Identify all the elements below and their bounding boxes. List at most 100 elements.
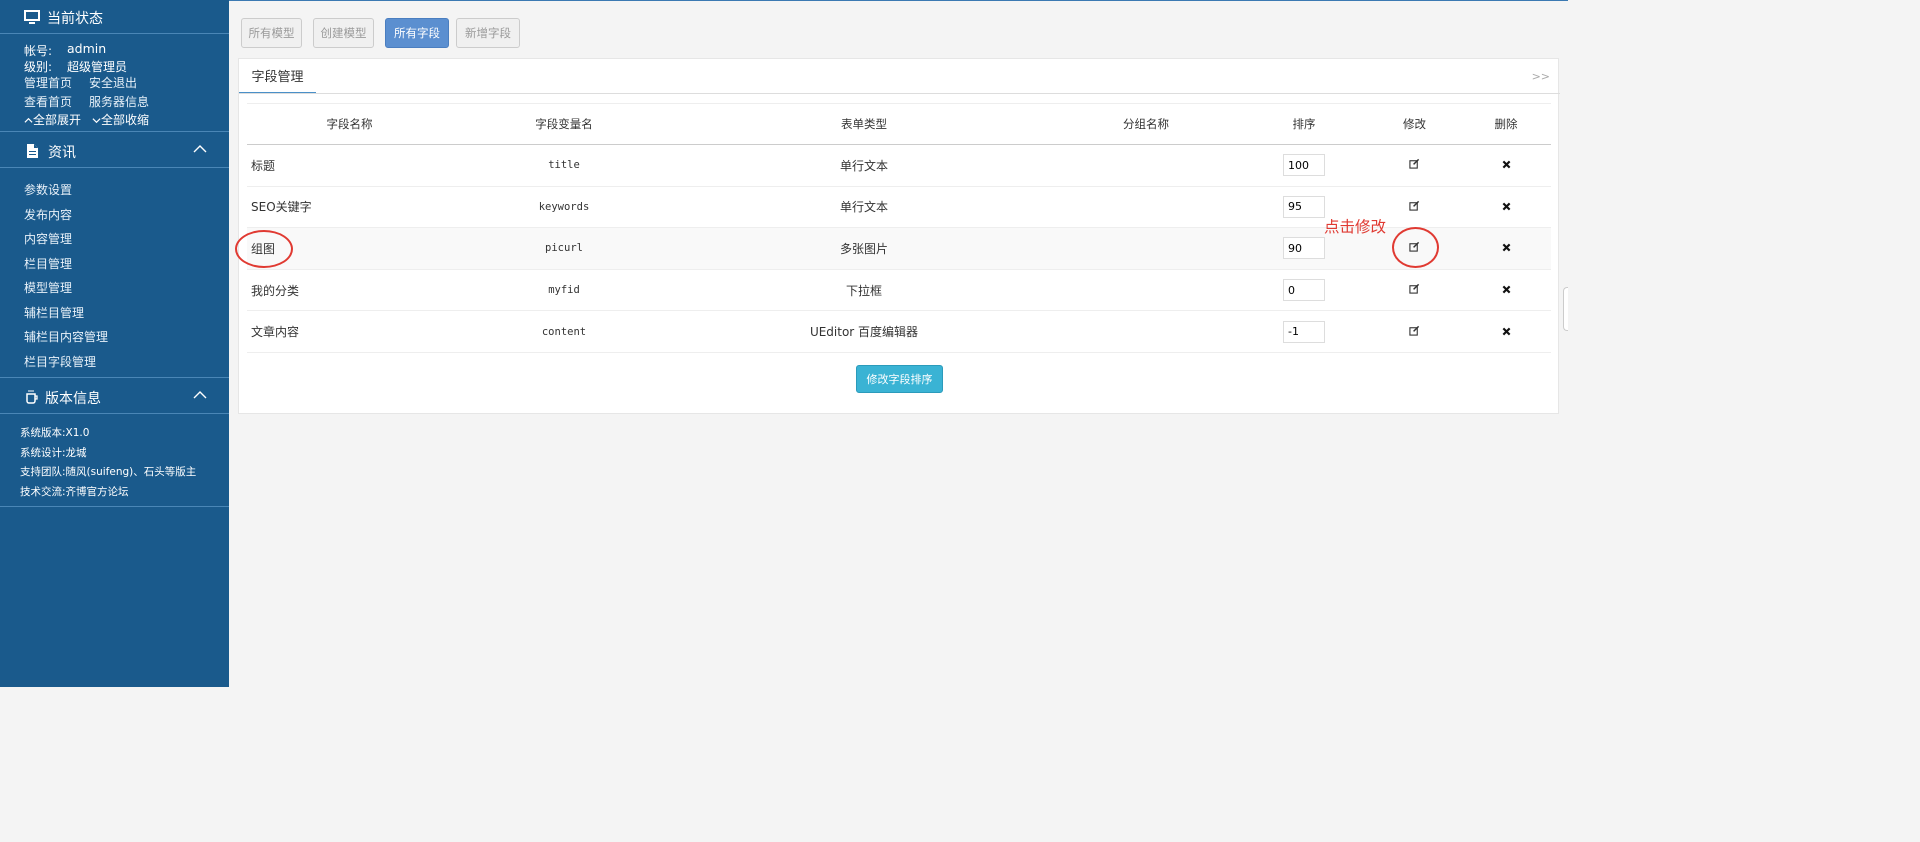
status-section-header: 当前状态 [0,0,229,34]
admin-home-link[interactable]: 管理首页 [24,74,72,91]
order-cell [1240,310,1368,353]
order-input[interactable] [1283,320,1325,343]
field-var-cell: title [452,144,676,187]
add-field-button[interactable]: 新增字段 [456,18,520,48]
col-header-name: 字段名称 [247,103,452,145]
table-row: 我的分类 myfid 下拉框 [247,269,1551,312]
coffee-cup-icon [26,390,38,404]
design-value: 龙城 [65,447,87,459]
team-value-2: 、石头等版主 [133,466,197,478]
edit-cell [1368,310,1461,353]
annotation-circle-edit [1392,227,1439,268]
close-icon[interactable] [1502,327,1511,336]
create-model-button[interactable]: 创建模型 [313,18,374,48]
collapse-all-label: 全部收缩 [101,113,150,127]
tab-field-management[interactable]: 字段管理 [239,59,316,94]
edit-icon[interactable] [1409,283,1420,294]
forum-link[interactable]: 齐博官方论坛 [66,486,129,498]
forum-row: 技术交流:齐博官方论坛 [20,484,129,499]
main-content: 所有模型 创建模型 所有字段 新增字段 字段管理 >> 字段名称 字段变量名 表… [229,0,1568,687]
edit-icon[interactable] [1409,158,1420,169]
col-header-edit: 修改 [1368,103,1461,145]
col-header-delete: 删除 [1461,103,1551,145]
expand-all-button[interactable]: 全部展开 [24,111,81,128]
server-info-link[interactable]: 服务器信息 [89,93,149,110]
edit-icon[interactable] [1409,200,1420,211]
expand-all-label: 全部展开 [33,113,82,127]
level-label: 级别: [24,60,53,74]
sidebar-item-sub-content[interactable]: 辅栏目内容管理 [24,328,108,345]
field-type-cell: UEditor 百度编辑器 [676,310,1052,353]
order-input[interactable] [1283,195,1325,218]
close-icon[interactable] [1502,202,1511,211]
col-header-var: 字段变量名 [452,103,676,145]
sidebar-item-settings[interactable]: 参数设置 [24,181,72,198]
field-name-cell: 我的分类 [247,269,452,312]
col-header-order: 排序 [1240,103,1368,145]
order-input[interactable] [1283,154,1325,177]
order-cell [1240,144,1368,187]
field-name-cell: 标题 [247,144,452,187]
version-row: 系统版本:X1.0 [20,425,89,440]
save-order-button[interactable]: 修改字段排序 [856,365,943,393]
version-value: X1.0 [65,427,90,439]
annotation-label: 点击修改 [1324,218,1387,236]
field-name-cell: SEO关键字 [247,186,452,229]
forum-label: 技术交流: [20,486,66,498]
collapse-all-button[interactable]: 全部收缩 [92,111,149,128]
edit-icon[interactable] [1409,325,1420,336]
close-icon[interactable] [1502,160,1511,169]
team-value-1[interactable]: 随风(suifeng) [66,466,134,478]
sidebar-item-fields[interactable]: 栏目字段管理 [24,353,96,370]
version-section-header[interactable]: 版本信息 [0,380,229,414]
field-name-cell: 文章内容 [247,310,452,353]
chevron-up-icon [193,391,207,399]
close-icon[interactable] [1502,243,1511,252]
account-value: admin [67,41,107,56]
document-icon [27,144,38,158]
sidebar-item-sub-columns[interactable]: 辅栏目管理 [24,304,84,321]
scroll-handle[interactable] [1563,287,1568,331]
edit-cell [1368,144,1461,187]
delete-cell [1461,144,1551,187]
table-row: 文章内容 content UEditor 百度编辑器 [247,310,1551,353]
news-section-header[interactable]: 资讯 [0,134,229,168]
logout-link[interactable]: 安全退出 [89,74,137,91]
all-models-button[interactable]: 所有模型 [241,18,302,48]
field-group-cell [1052,310,1240,353]
field-group-cell [1052,227,1240,270]
field-type-cell: 下拉框 [676,269,1052,312]
version-label: 系统版本: [20,427,66,439]
sidebar: 当前状态 帐号: admin 级别: 超级管理员 管理首页 安全退出 查看首页 … [0,0,229,687]
sidebar-item-columns[interactable]: 栏目管理 [24,255,72,272]
field-type-cell: 多张图片 [676,227,1052,270]
field-var-cell: content [452,310,676,353]
design-label: 系统设计: [20,447,66,459]
all-fields-button[interactable]: 所有字段 [385,18,449,48]
field-group-cell [1052,269,1240,312]
close-icon[interactable] [1502,285,1511,294]
sidebar-item-publish[interactable]: 发布内容 [24,206,72,223]
order-input[interactable] [1283,237,1325,260]
delete-cell [1461,186,1551,229]
more-link[interactable]: >> [1532,70,1550,83]
chevron-up-icon [193,145,207,153]
chevron-down-icon [92,118,101,124]
delete-cell [1461,269,1551,312]
col-header-group: 分组名称 [1052,103,1240,145]
field-type-cell: 单行文本 [676,144,1052,187]
sidebar-item-content[interactable]: 内容管理 [24,230,72,247]
team-label: 支持团队: [20,466,66,478]
field-var-cell: picurl [452,227,676,270]
field-var-cell: myfid [452,269,676,312]
level-value: 超级管理员 [67,60,128,74]
order-input[interactable] [1283,279,1325,302]
table-header-row: 字段名称 字段变量名 表单类型 分组名称 排序 修改 删除 [247,103,1551,145]
version-section-title: 版本信息 [45,391,101,407]
delete-cell [1461,310,1551,353]
status-section-title: 当前状态 [47,11,103,27]
sidebar-item-models[interactable]: 模型管理 [24,279,72,296]
view-home-link[interactable]: 查看首页 [24,93,72,110]
design-row: 系统设计:龙城 [20,445,87,460]
table-row: 标题 title 单行文本 [247,144,1551,187]
